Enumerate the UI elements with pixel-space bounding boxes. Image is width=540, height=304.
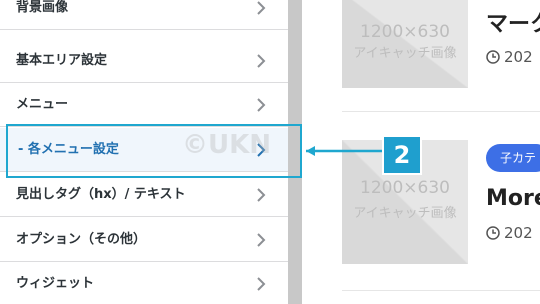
arrow-left-icon — [306, 146, 382, 156]
menu-item-label: オプション（その他） — [16, 232, 147, 247]
menu-item-basic-area[interactable]: 基本エリア設定 — [0, 39, 288, 83]
thumbnail-caption: アイキャッチ画像 — [353, 206, 457, 221]
chevron-right-icon — [257, 277, 266, 291]
chevron-right-icon — [257, 233, 266, 247]
menu-item-headings-text[interactable]: 見出しタグ（hx）/ テキスト — [0, 173, 288, 217]
menu-item-widgets[interactable]: ウィジェット — [0, 262, 288, 304]
chevron-right-icon — [257, 54, 266, 68]
divider — [342, 290, 540, 291]
thumbnail-size-text: 1200×630 — [360, 178, 450, 198]
chevron-right-icon — [257, 188, 266, 202]
post-title[interactable]: マーク — [486, 6, 540, 38]
thumbnail-caption: アイキャッチ画像 — [353, 46, 457, 61]
chevron-right-icon — [257, 1, 266, 15]
scrollbar[interactable] — [288, 0, 302, 304]
divider — [342, 111, 540, 112]
menu-item-label: ウィジェット — [16, 276, 95, 291]
menu-item-label: - 各メニュー設定 — [18, 142, 119, 157]
thumbnail-size-text: 1200×630 — [360, 22, 450, 42]
menu-item-label: 基本エリア設定 — [16, 53, 108, 68]
customizer-menu: 背景画像 基本エリア設定 メニュー - 各メニュー設定 見出しタグ（hx）/ テ… — [0, 0, 288, 304]
menu-item-label: 背景画像 — [16, 0, 69, 15]
chevron-right-icon — [257, 143, 266, 157]
post-thumbnail[interactable]: 1200×630 アイキャッチ画像 — [342, 0, 468, 88]
post-date: 202 — [486, 48, 533, 66]
menu-item-menu-settings[interactable]: - 各メニュー設定 — [0, 128, 288, 172]
category-badge[interactable]: 子カテ — [486, 144, 540, 172]
menu-item-label: メニュー — [16, 97, 69, 112]
post-date: 202 — [486, 224, 533, 242]
clock-icon — [486, 226, 500, 240]
step-number-badge: 2 — [382, 135, 422, 175]
clock-icon — [486, 50, 500, 64]
menu-item-options[interactable]: オプション（その他） — [0, 218, 288, 262]
post-title[interactable]: More — [486, 186, 540, 211]
menu-item-label: 見出しタグ（hx）/ テキスト — [16, 187, 186, 202]
menu-item-background-image[interactable]: 背景画像 — [0, 0, 288, 30]
menu-item-menu[interactable]: メニュー — [0, 83, 288, 127]
chevron-right-icon — [257, 98, 266, 112]
